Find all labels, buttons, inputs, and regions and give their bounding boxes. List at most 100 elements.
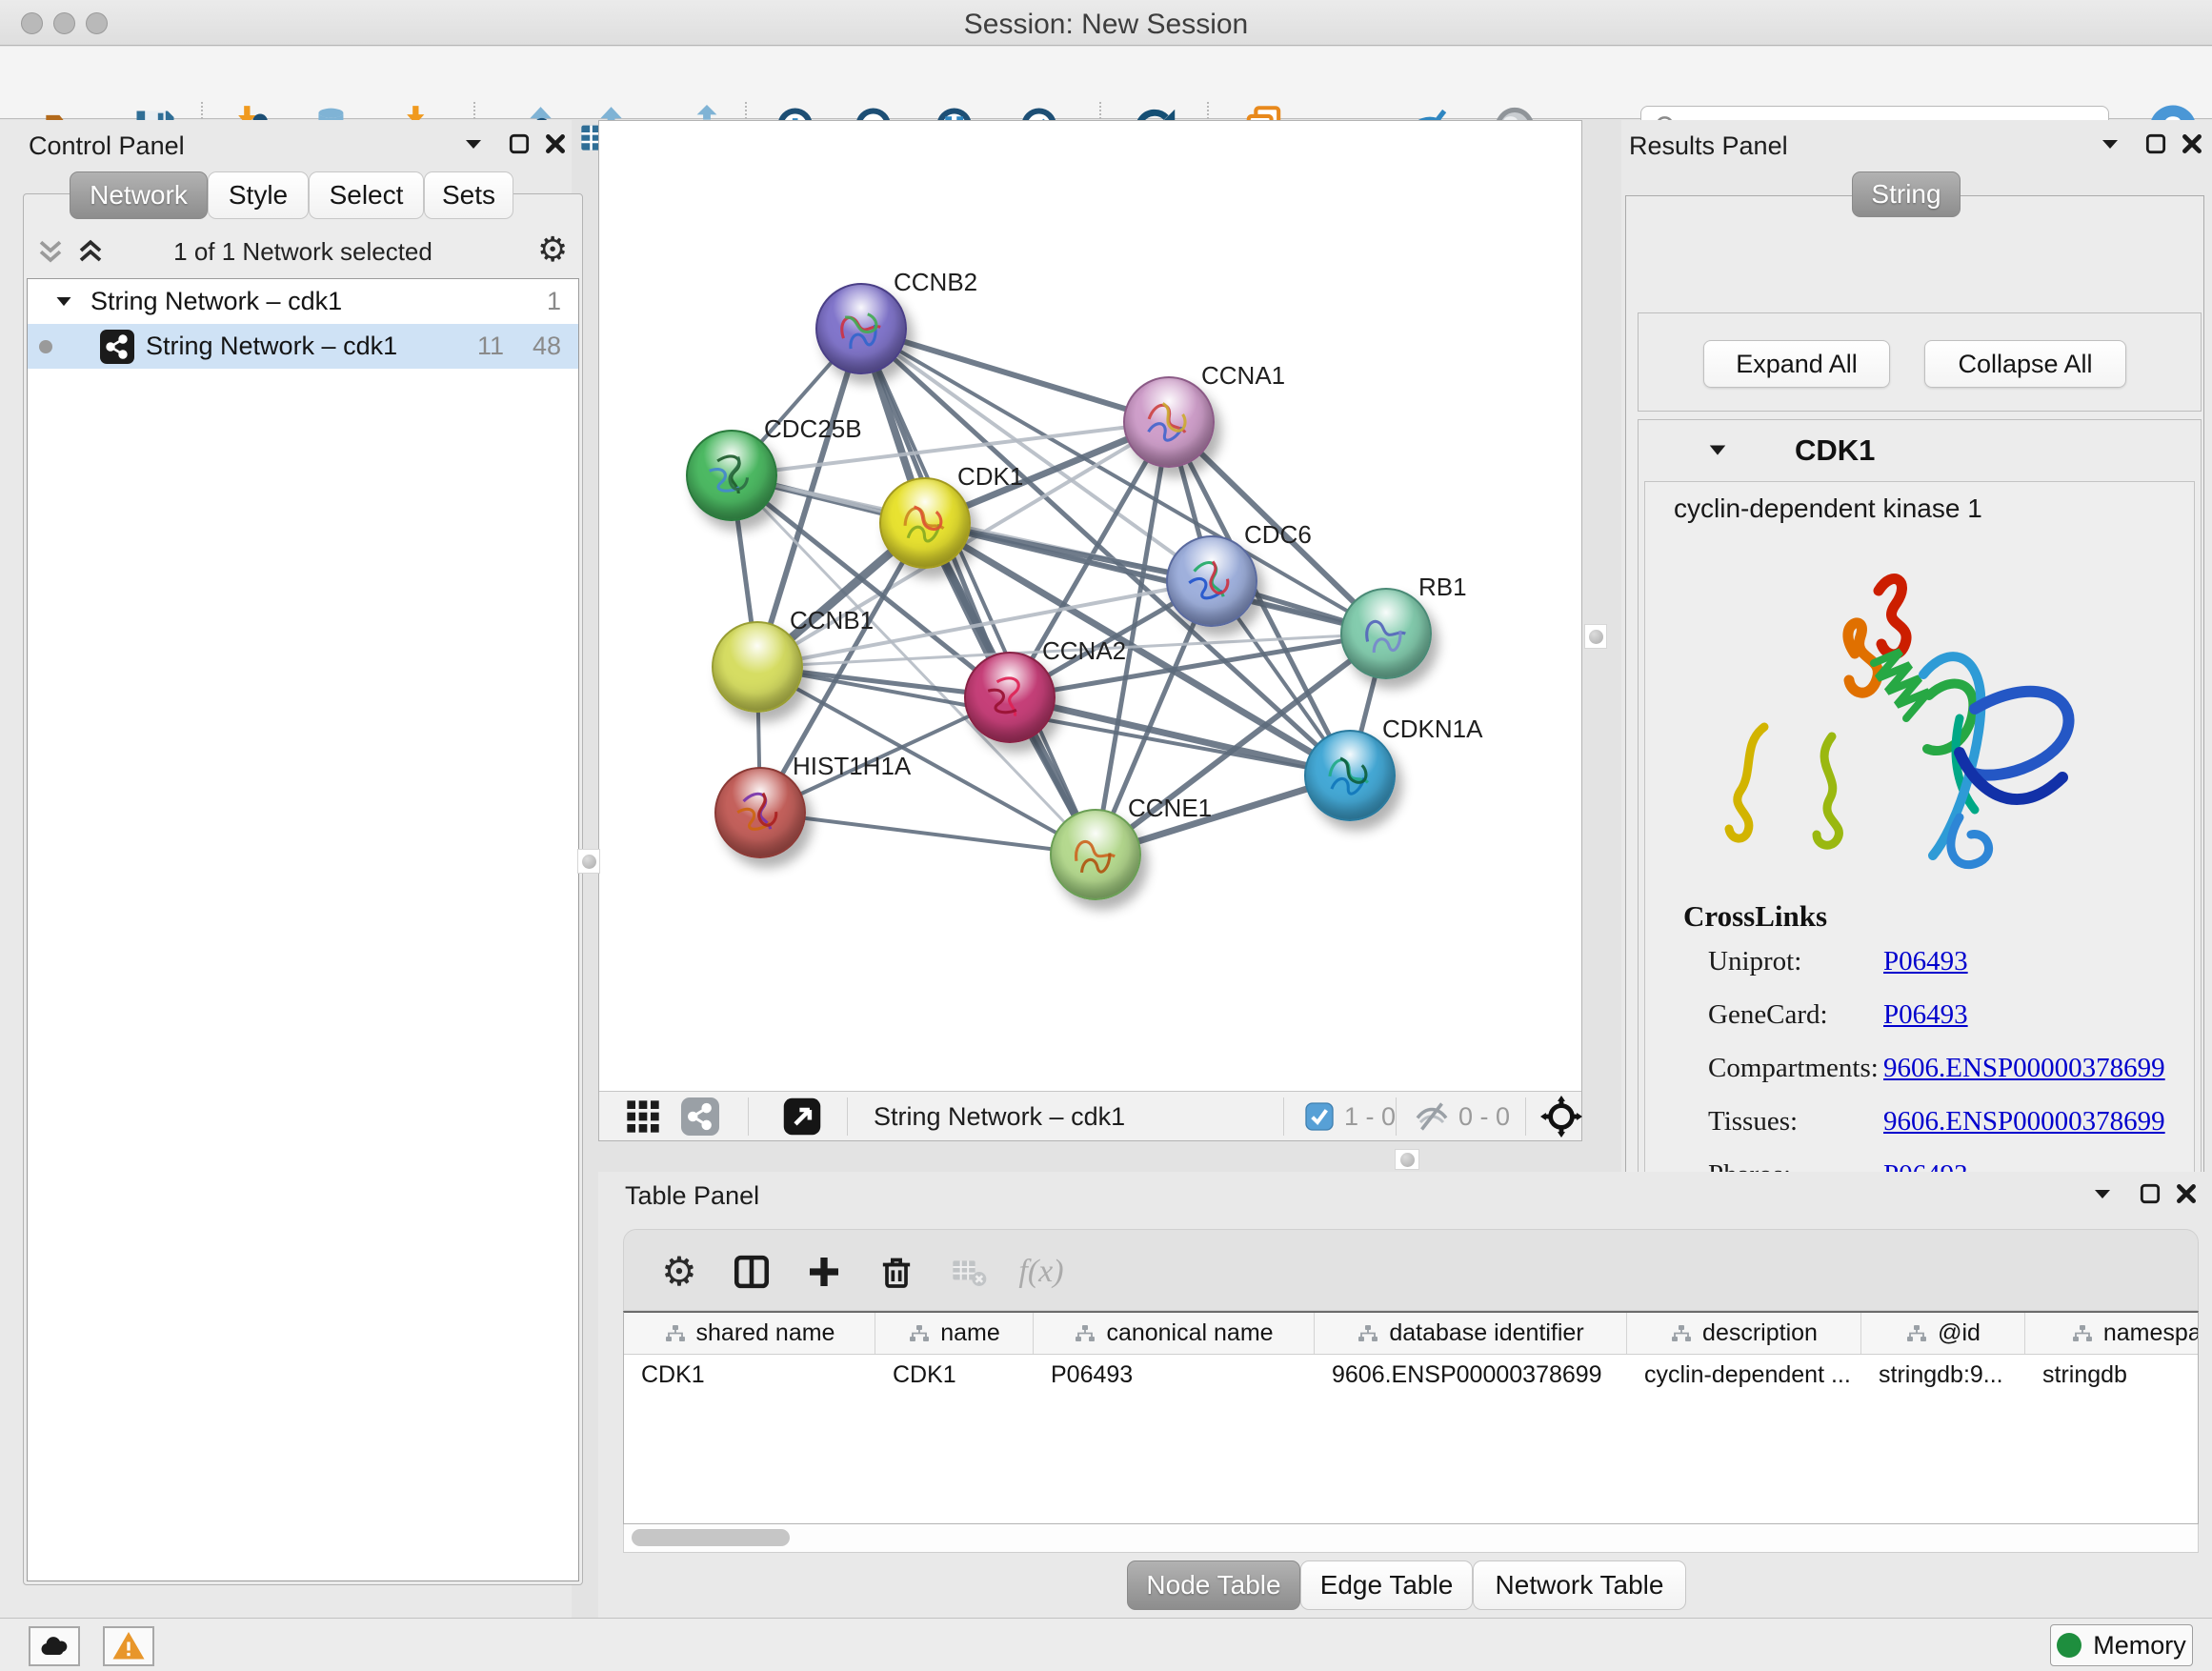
column-type-icon <box>908 1322 931 1345</box>
table-cell[interactable]: CDK1 <box>875 1361 1034 1389</box>
table-panel-float-icon[interactable] <box>2134 1178 2166 1210</box>
delete-column-trash-icon[interactable] <box>870 1245 923 1299</box>
node-table[interactable]: shared namenamecanonical namedatabase id… <box>623 1311 2199 1524</box>
table-cell[interactable]: cyclin-dependent ... <box>1627 1361 1861 1389</box>
node-label-ccnb2: CCNB2 <box>894 268 977 297</box>
crosslink-label: Tissues: <box>1708 1106 1798 1137</box>
crosslink-value-link[interactable]: P06493 <box>1883 946 1968 977</box>
collection-label: String Network – cdk1 <box>90 287 342 316</box>
crosslink-label: Uniprot: <box>1708 946 1801 976</box>
tab-style[interactable]: Style <box>208 171 309 219</box>
tab-edge-table[interactable]: Edge Table <box>1300 1560 1473 1610</box>
protein-structure-image <box>1674 532 2122 903</box>
table-cell[interactable]: stringdb <box>2025 1361 2199 1389</box>
network-collection-row[interactable]: String Network – cdk1 1 <box>28 279 578 324</box>
gene-section-header[interactable]: CDK1 <box>1639 420 2201 481</box>
network-options-gear-icon[interactable]: ⚙ <box>537 232 568 267</box>
crosslink-row: Uniprot: P06493 <box>1708 946 2184 990</box>
crosslink-row: GeneCard: P06493 <box>1708 999 2184 1043</box>
memory-button[interactable]: Memory <box>2050 1624 2193 1666</box>
title-bar: Session: New Session <box>0 0 2212 46</box>
show-columns-icon[interactable] <box>725 1245 778 1299</box>
network-share-badge-icon[interactable] <box>681 1092 719 1141</box>
table-settings-gear-icon[interactable]: ⚙ <box>653 1245 706 1299</box>
column-header-namespace[interactable]: namespace <box>2025 1313 2199 1354</box>
bottom-splitter-handle[interactable] <box>1395 1149 1419 1170</box>
gene-section: CDK1 cyclin-dependent kinase 1 <box>1638 419 2202 1262</box>
control-panel: Control Panel Network Style Select Sets … <box>0 120 572 1618</box>
control-panel-float-icon[interactable] <box>503 128 535 160</box>
protein-scribble-icon <box>1066 827 1125 882</box>
left-splitter-handle[interactable] <box>577 849 600 874</box>
network-edge[interactable] <box>760 813 1096 855</box>
network-node-count: 11 <box>460 332 504 361</box>
function-builder-button: f(x) <box>1015 1245 1068 1299</box>
grid-view-icon[interactable] <box>624 1092 662 1141</box>
table-cell[interactable]: P06493 <box>1034 1361 1315 1389</box>
current-network-dot-icon <box>39 340 52 353</box>
table-cell[interactable]: CDK1 <box>624 1361 875 1389</box>
collapse-all-button[interactable]: Collapse All <box>1924 340 2126 388</box>
table-cell[interactable]: 9606.ENSP00000378699 <box>1315 1361 1627 1389</box>
network-edge[interactable] <box>1010 697 1350 775</box>
column-header-description[interactable]: description <box>1627 1313 1861 1354</box>
protein-scribble-icon <box>1182 554 1241 609</box>
gene-expander-icon[interactable] <box>1707 440 1728 461</box>
column-header-canonical-name[interactable]: canonical name <box>1034 1313 1315 1354</box>
network-canvas[interactable]: CCNB2CCNA1CDC25BCDK1CDC6RB1CCNB1CCNA2CDK… <box>599 121 1581 1091</box>
network-edges <box>599 121 1581 1091</box>
tab-select[interactable]: Select <box>309 171 424 219</box>
expand-all-button[interactable]: Expand All <box>1703 340 1890 388</box>
results-panel-float-icon[interactable] <box>2140 128 2172 160</box>
results-panel-close-icon[interactable] <box>2176 128 2208 160</box>
right-splitter-handle[interactable] <box>1584 624 1607 649</box>
results-panel-menu-icon[interactable] <box>2094 128 2126 160</box>
string-results-buttons: Expand All Collapse All <box>1638 312 2202 412</box>
tab-network[interactable]: Network <box>70 171 208 219</box>
table-row[interactable]: CDK1CDK1P064939606.ENSP00000378699cyclin… <box>624 1355 2198 1395</box>
crosslink-label: GeneCard: <box>1708 999 1828 1030</box>
table-toolbar: ⚙ f(x) <box>623 1229 2199 1311</box>
table-panel-menu-icon[interactable] <box>2086 1178 2119 1210</box>
protein-scribble-icon <box>1357 606 1416 661</box>
cloud-status-button[interactable] <box>29 1626 80 1666</box>
create-column-plus-icon[interactable] <box>797 1245 851 1299</box>
protein-scribble-icon <box>731 785 790 840</box>
table-panel-close-icon[interactable] <box>2170 1178 2202 1210</box>
selected-checkbox-icon[interactable]: 1 - 0 <box>1304 1092 1396 1141</box>
toolbar-separator <box>847 1097 848 1136</box>
node-label-cdc25b: CDC25B <box>764 414 862 444</box>
crosslink-value-link[interactable]: 9606.ENSP00000378699 <box>1883 1106 2165 1137</box>
tab-sets[interactable]: Sets <box>424 171 513 219</box>
table-panel: Table Panel ⚙ f(x) shared namenamecanoni… <box>598 1172 2212 1618</box>
network-row[interactable]: String Network – cdk1 11 48 <box>28 324 578 369</box>
fit-content-crosshair-icon[interactable] <box>1540 1092 1582 1141</box>
tab-string-results[interactable]: String <box>1852 171 1961 217</box>
column-header-shared-name[interactable]: shared name <box>624 1313 875 1354</box>
selected-counts: 1 - 0 <box>1344 1102 1396 1132</box>
crosslinks-title: CrossLinks <box>1683 899 1827 934</box>
collection-expander-icon[interactable] <box>54 292 73 312</box>
table-cell[interactable]: stringdb:9... <box>1861 1361 2025 1389</box>
network-share-icon <box>100 330 134 364</box>
column-type-icon <box>664 1322 687 1345</box>
crosslink-value-link[interactable]: 9606.ENSP00000378699 <box>1883 1053 2165 1084</box>
crosslink-value-link[interactable]: P06493 <box>1883 999 1968 1031</box>
tab-network-table[interactable]: Network Table <box>1473 1560 1686 1610</box>
scrollbar-thumb[interactable] <box>632 1529 790 1546</box>
column-header-name[interactable]: name <box>875 1313 1034 1354</box>
column-header--id[interactable]: @id <box>1861 1313 2025 1354</box>
node-label-hist1h1a: HIST1H1A <box>793 752 911 781</box>
hidden-eye-icon[interactable]: 0 - 0 <box>1415 1092 1510 1141</box>
tab-node-table[interactable]: Node Table <box>1127 1560 1300 1610</box>
results-panel: Results Panel Expand All Collapse All CD… <box>1621 120 2212 1172</box>
table-horizontal-scrollbar[interactable] <box>623 1524 2199 1553</box>
control-panel-close-icon[interactable] <box>539 128 572 160</box>
control-panel-title: Control Panel <box>29 131 185 161</box>
network-edge[interactable] <box>861 329 1169 422</box>
birds-eye-view-icon[interactable] <box>782 1092 822 1141</box>
column-header-database-identifier[interactable]: database identifier <box>1315 1313 1627 1354</box>
warning-status-button[interactable] <box>103 1626 154 1666</box>
node-label-cdkn1a: CDKN1A <box>1382 715 1482 744</box>
control-panel-menu-icon[interactable] <box>457 128 490 160</box>
